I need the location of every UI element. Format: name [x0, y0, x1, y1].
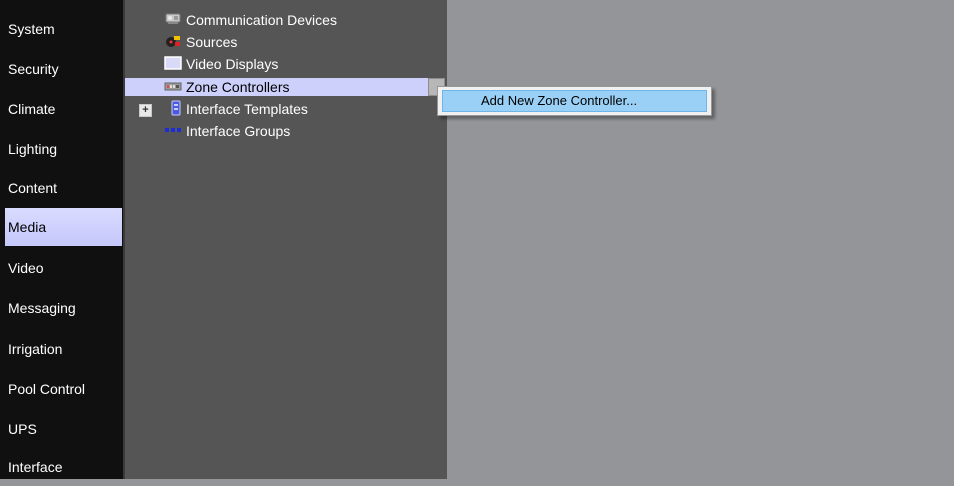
interface-template-icon	[170, 100, 182, 120]
sidebar-item-climate[interactable]: Climate	[5, 90, 122, 128]
context-menu: Add New Zone Controller...	[437, 86, 712, 116]
sidebar-item-label: Irrigation	[8, 341, 63, 357]
tree-item-label: Video Displays	[186, 56, 279, 72]
sidebar-item-media[interactable]: Media	[5, 208, 122, 246]
tree-item-label: Communication Devices	[186, 12, 337, 28]
sidebar-item-ups[interactable]: UPS	[5, 410, 122, 448]
tree-item-communication-devices[interactable]: Communication Devices	[164, 11, 337, 29]
sidebar-item-label: Video	[8, 260, 44, 276]
sidebar-item-label: Content	[8, 180, 58, 196]
sidebar-item-label: System	[8, 21, 55, 37]
tree-panel: Communication Devices Sources Video Disp…	[125, 0, 447, 479]
communication-devices-icon	[164, 12, 182, 30]
sidebar-item-irrigation[interactable]: Irrigation	[5, 330, 122, 368]
sidebar-item-label: Media	[8, 219, 47, 235]
sidebar-item-interface[interactable]: Interface	[5, 448, 122, 486]
video-display-icon	[164, 56, 182, 74]
tree-item-label: Interface Groups	[186, 123, 291, 139]
tree-item-zone-controllers[interactable]: Zone Controllers	[125, 78, 429, 96]
interface-groups-icon	[164, 123, 182, 141]
sidebar-item-label: UPS	[8, 421, 37, 437]
sidebar-item-pool-control[interactable]: Pool Control	[5, 370, 122, 408]
tree-item-sources[interactable]: Sources	[164, 33, 237, 51]
expand-toggle[interactable]: +	[139, 104, 152, 117]
sidebar-item-system[interactable]: System	[5, 10, 122, 48]
tree-item-label: Zone Controllers	[186, 79, 290, 95]
sidebar-item-label: Security	[8, 61, 59, 77]
tree-item-video-displays[interactable]: Video Displays	[164, 55, 278, 73]
tree-item-label: Sources	[186, 34, 238, 50]
sidebar-item-label: Interface	[8, 459, 63, 475]
sidebar-item-content[interactable]: Content	[5, 169, 122, 207]
sidebar-item-lighting[interactable]: Lighting	[5, 130, 122, 168]
sidebar-item-label: Pool Control	[8, 381, 86, 397]
sidebar-item-video[interactable]: Video	[5, 249, 122, 287]
zone-controller-icon	[164, 79, 182, 97]
sidebar-item-label: Messaging	[8, 300, 76, 316]
sidebar-nav: System Security Climate Lighting Content…	[0, 0, 125, 479]
tree-item-interface-templates[interactable]: Interface Templates	[170, 100, 308, 118]
sidebar-item-security[interactable]: Security	[5, 50, 122, 88]
sidebar-item-label: Climate	[8, 101, 56, 117]
tree-item-interface-groups[interactable]: Interface Groups	[164, 122, 290, 140]
add-new-zone-controller-menu-item[interactable]: Add New Zone Controller...	[442, 90, 707, 112]
tree-item-label: Interface Templates	[186, 101, 308, 117]
sidebar-item-messaging[interactable]: Messaging	[5, 289, 122, 327]
sidebar-item-label: Lighting	[8, 141, 58, 157]
sources-icon	[164, 34, 182, 52]
